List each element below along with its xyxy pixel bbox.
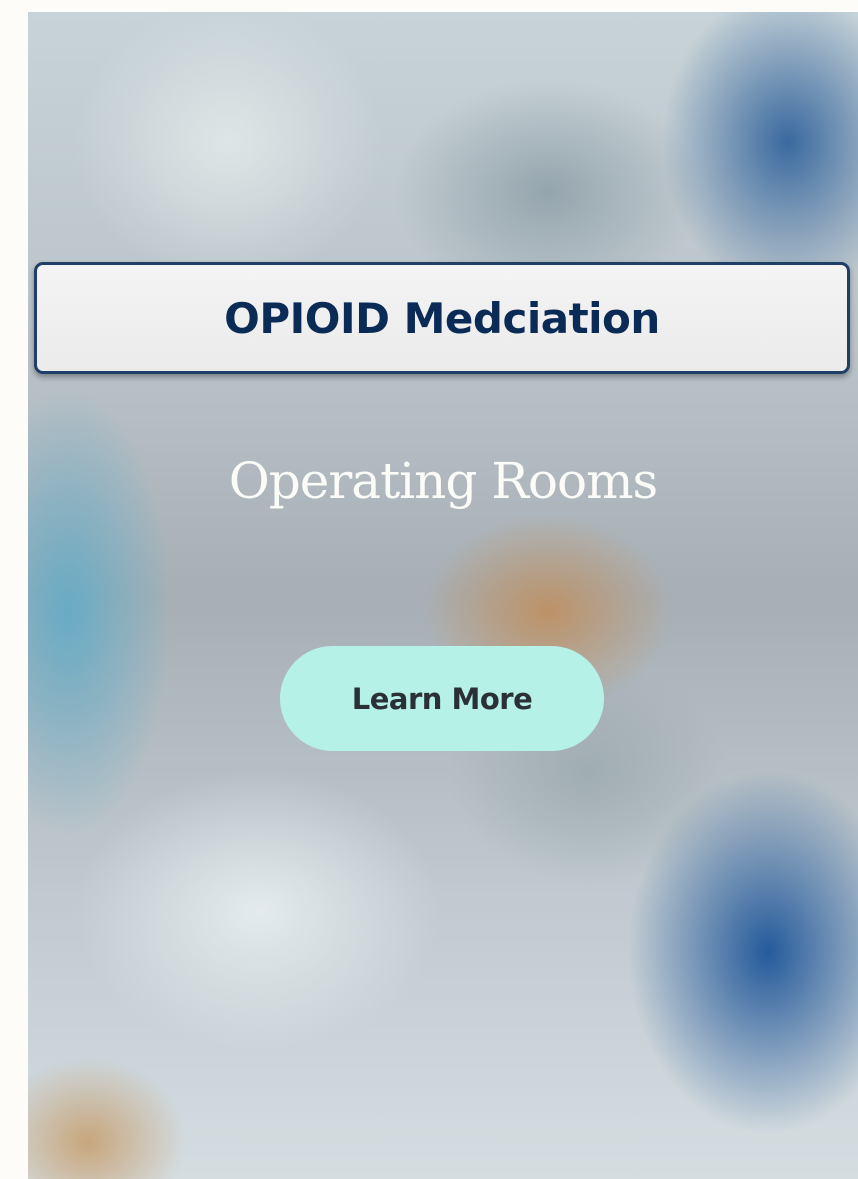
hero-subtitle: Operating Rooms [228, 452, 658, 510]
page: OPIOID Medciation Operating Rooms Learn … [0, 0, 858, 1179]
learn-more-label: Learn More [351, 681, 533, 716]
learn-more-button[interactable]: Learn More [280, 646, 604, 751]
hero-card: OPIOID Medciation Operating Rooms Learn … [28, 12, 858, 1179]
hero-title: OPIOID Medciation [224, 293, 660, 343]
title-banner: OPIOID Medciation [34, 262, 850, 374]
